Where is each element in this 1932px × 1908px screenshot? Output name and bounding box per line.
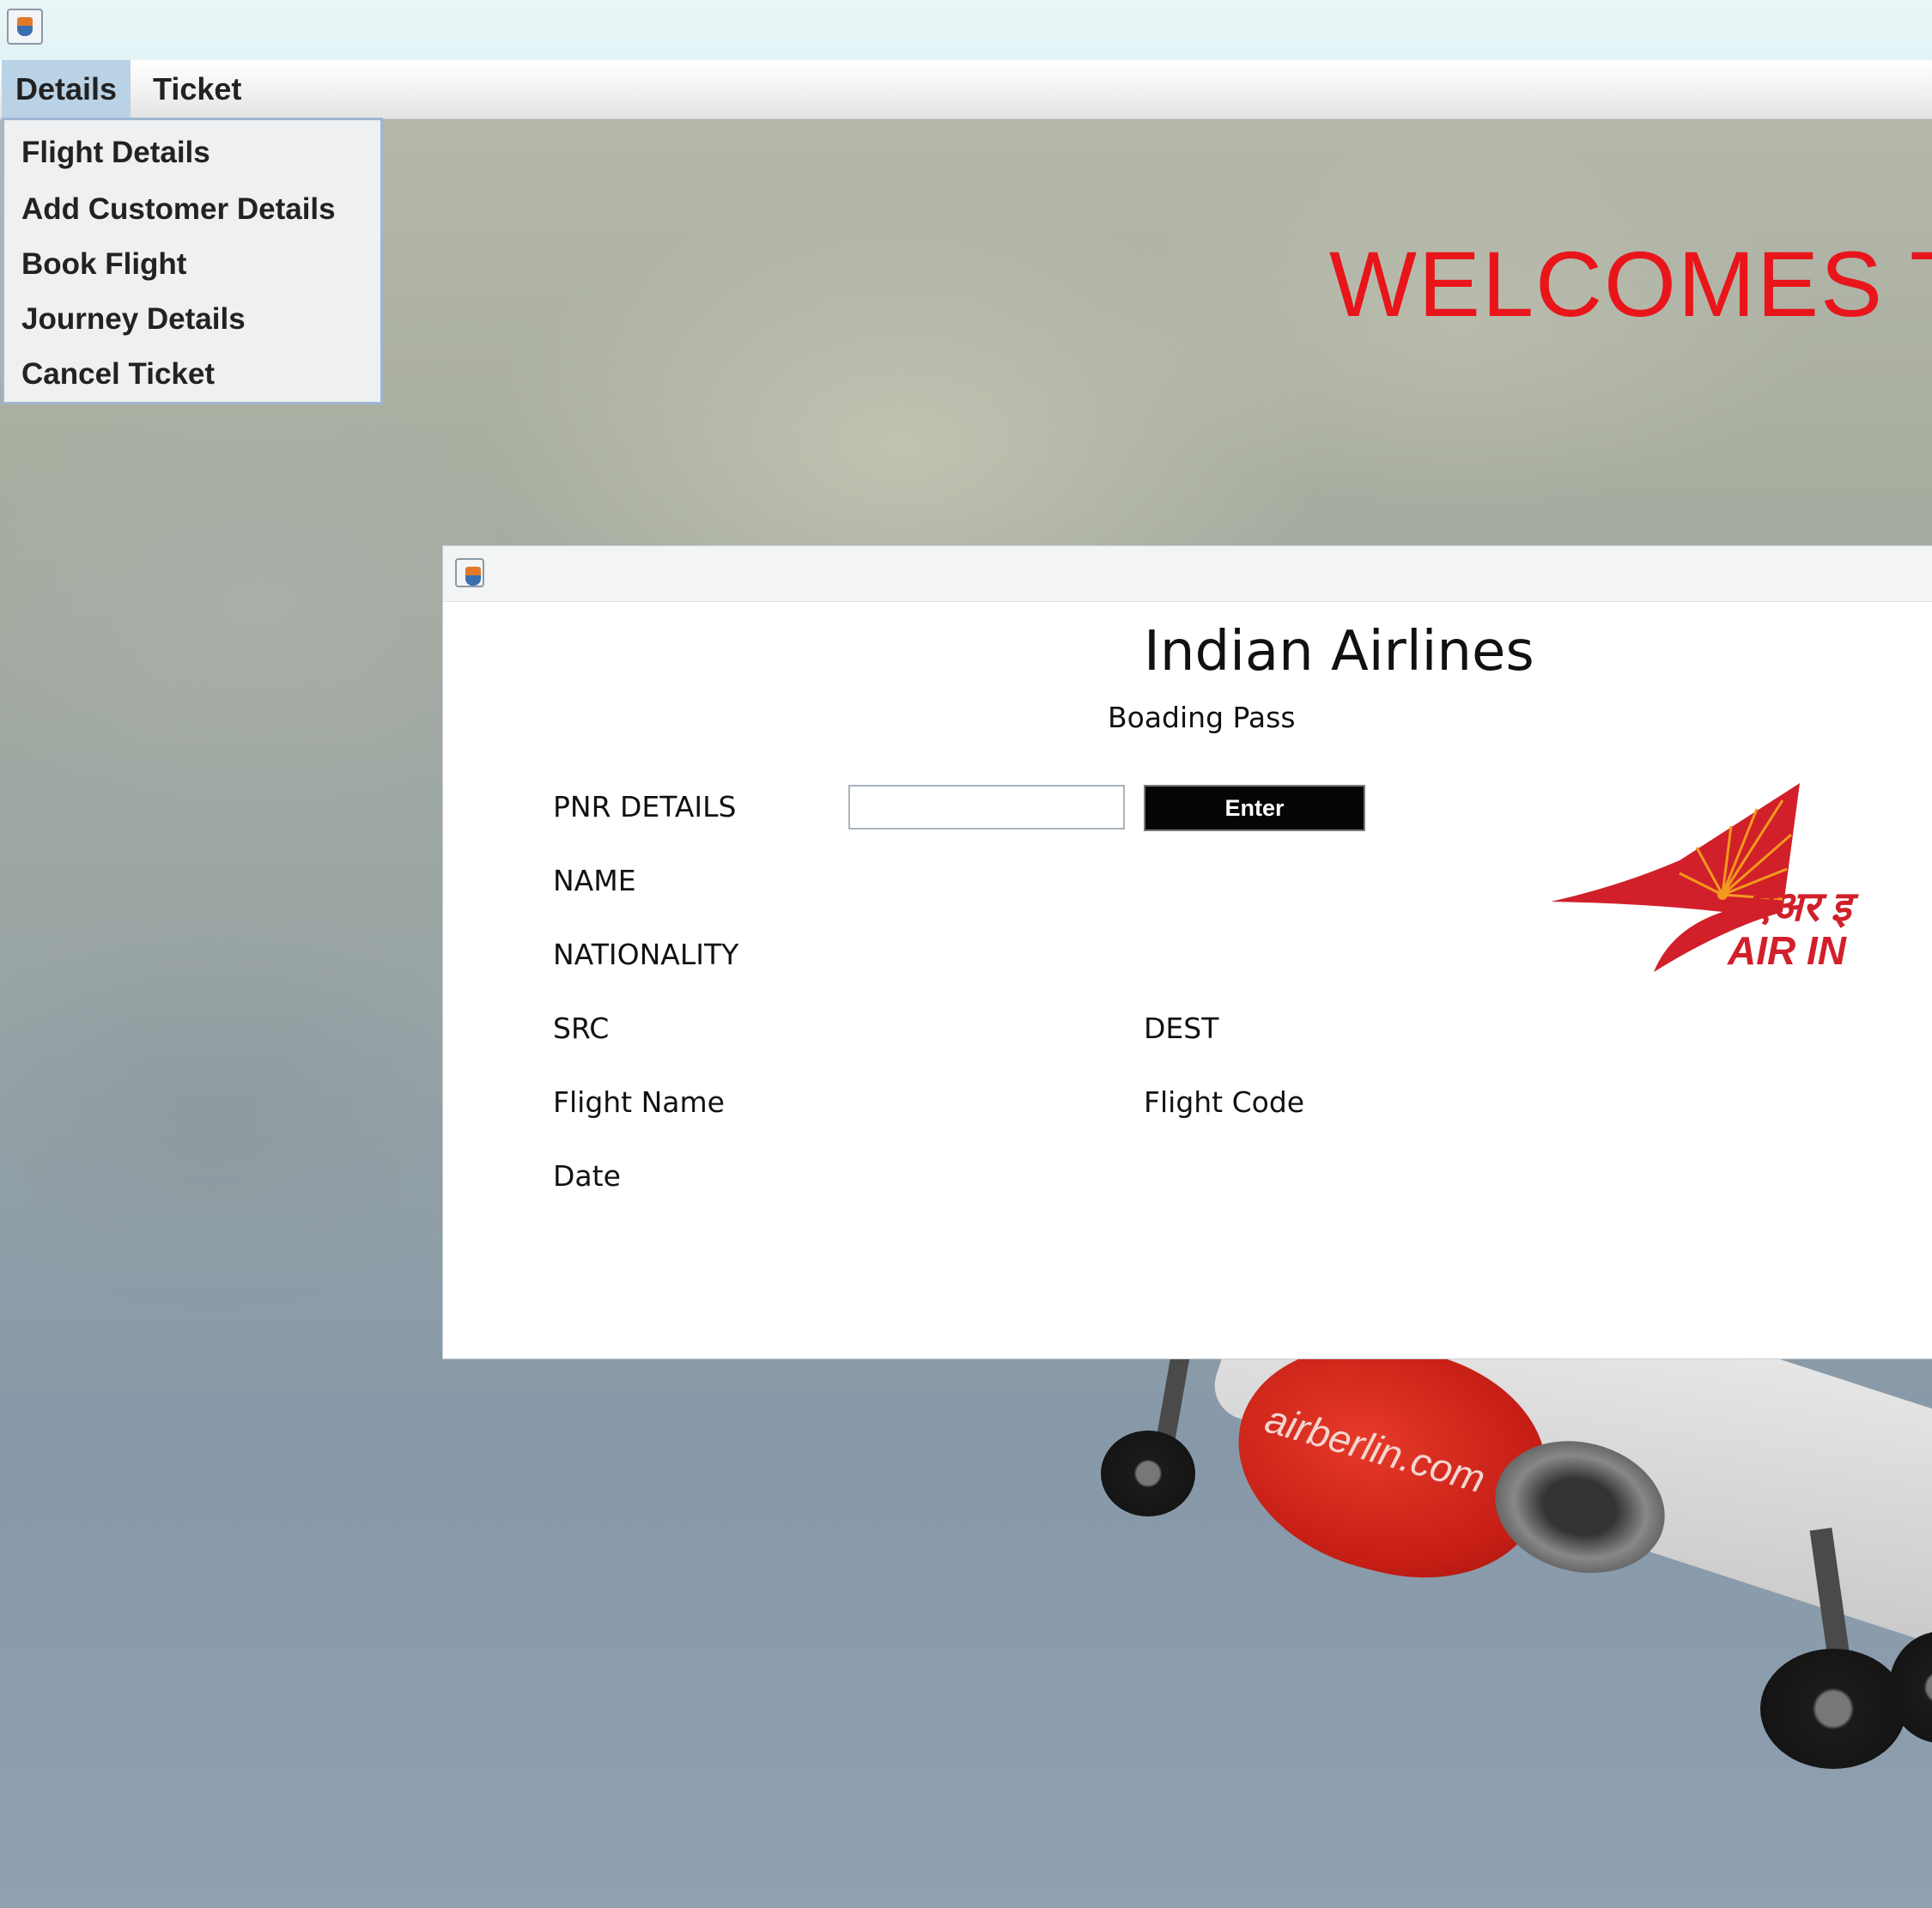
dest-label: DEST: [1144, 1012, 1219, 1045]
welcome-heading: WELCOMES T: [1329, 232, 1932, 336]
menu-item-journey-details[interactable]: Journey Details: [21, 302, 246, 337]
main-window-titlebar: [0, 0, 1932, 60]
air-india-logo: एअर इ AIR IN: [1551, 783, 1932, 981]
date-label: Date: [553, 1159, 621, 1193]
menu-item-flight-details[interactable]: Flight Details: [21, 136, 210, 170]
enter-button[interactable]: Enter: [1144, 785, 1365, 831]
logo-hindi-text: एअर इ: [1748, 884, 1851, 930]
menu-item-book-flight[interactable]: Book Flight: [21, 247, 186, 282]
nationality-label: NATIONALITY: [553, 938, 739, 971]
dialog-titlebar: [443, 546, 1932, 602]
menu-item-add-customer-details[interactable]: Add Customer Details: [21, 192, 336, 227]
src-label: SRC: [553, 1012, 610, 1045]
flight-name-label: Flight Name: [553, 1085, 725, 1119]
pnr-label: PNR DETAILS: [553, 790, 737, 823]
logo-english-text: AIR IN: [1728, 928, 1846, 973]
menu-bar: Details Ticket: [0, 60, 1932, 119]
java-cup-icon[interactable]: [455, 558, 484, 587]
menu-details[interactable]: Details: [2, 60, 131, 118]
details-dropdown-menu: Flight Details Add Customer Details Book…: [2, 118, 383, 404]
airline-heading: Indian Airlines: [1144, 620, 1534, 684]
landing-gear-wheel: [1101, 1431, 1195, 1516]
menu-item-cancel-ticket[interactable]: Cancel Ticket: [21, 357, 215, 392]
pnr-input[interactable]: [848, 785, 1125, 829]
flight-code-label: Flight Code: [1144, 1085, 1305, 1119]
boarding-pass-subtitle: Boading Pass: [1108, 701, 1296, 734]
boarding-pass-dialog: Indian Airlines Boading Pass PNR DETAILS…: [443, 546, 1932, 1358]
java-cup-icon[interactable]: [7, 9, 43, 45]
menu-ticket[interactable]: Ticket: [139, 60, 255, 118]
landing-gear-wheel: [1760, 1649, 1906, 1769]
name-label: NAME: [553, 864, 636, 897]
